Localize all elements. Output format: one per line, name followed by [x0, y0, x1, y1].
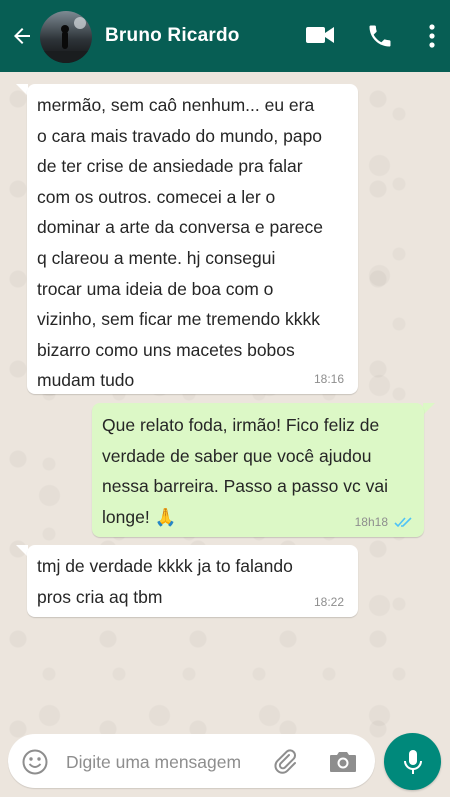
message-composer	[8, 734, 375, 788]
avatar[interactable]	[40, 11, 92, 63]
message-text: mermão, sem caô nenhum... eu era o cara …	[37, 95, 323, 391]
message-outgoing[interactable]: Que relato foda, irmão! Fico feliz de ve…	[92, 403, 424, 537]
message-input[interactable]	[64, 748, 268, 776]
phone-icon[interactable]	[366, 22, 394, 50]
message-incoming[interactable]: mermão, sem caô nenhum... eu era o cara …	[27, 84, 358, 394]
message-incoming[interactable]: tmj de verdade kkkk ja to falando pros c…	[27, 545, 358, 617]
emoji-icon[interactable]	[21, 748, 49, 776]
paperclip-icon[interactable]	[270, 746, 300, 776]
message-time: 18:22	[313, 595, 344, 609]
mic-icon	[404, 750, 422, 774]
video-call-icon[interactable]	[305, 22, 335, 48]
back-arrow-icon[interactable]	[10, 24, 34, 48]
message-text: tmj de verdade kkkk ja to falando pros c…	[37, 556, 293, 607]
mic-button[interactable]	[384, 733, 441, 790]
message-time: 18h18	[354, 515, 388, 529]
contact-name[interactable]: Bruno Ricardo	[105, 25, 240, 47]
read-ticks-icon	[394, 517, 412, 528]
bubble-tail	[423, 403, 435, 415]
more-vert-icon[interactable]	[424, 22, 440, 50]
chat-header: Bruno Ricardo	[0, 0, 450, 72]
message-time: 18:16	[313, 372, 344, 386]
camera-icon[interactable]	[328, 748, 358, 774]
